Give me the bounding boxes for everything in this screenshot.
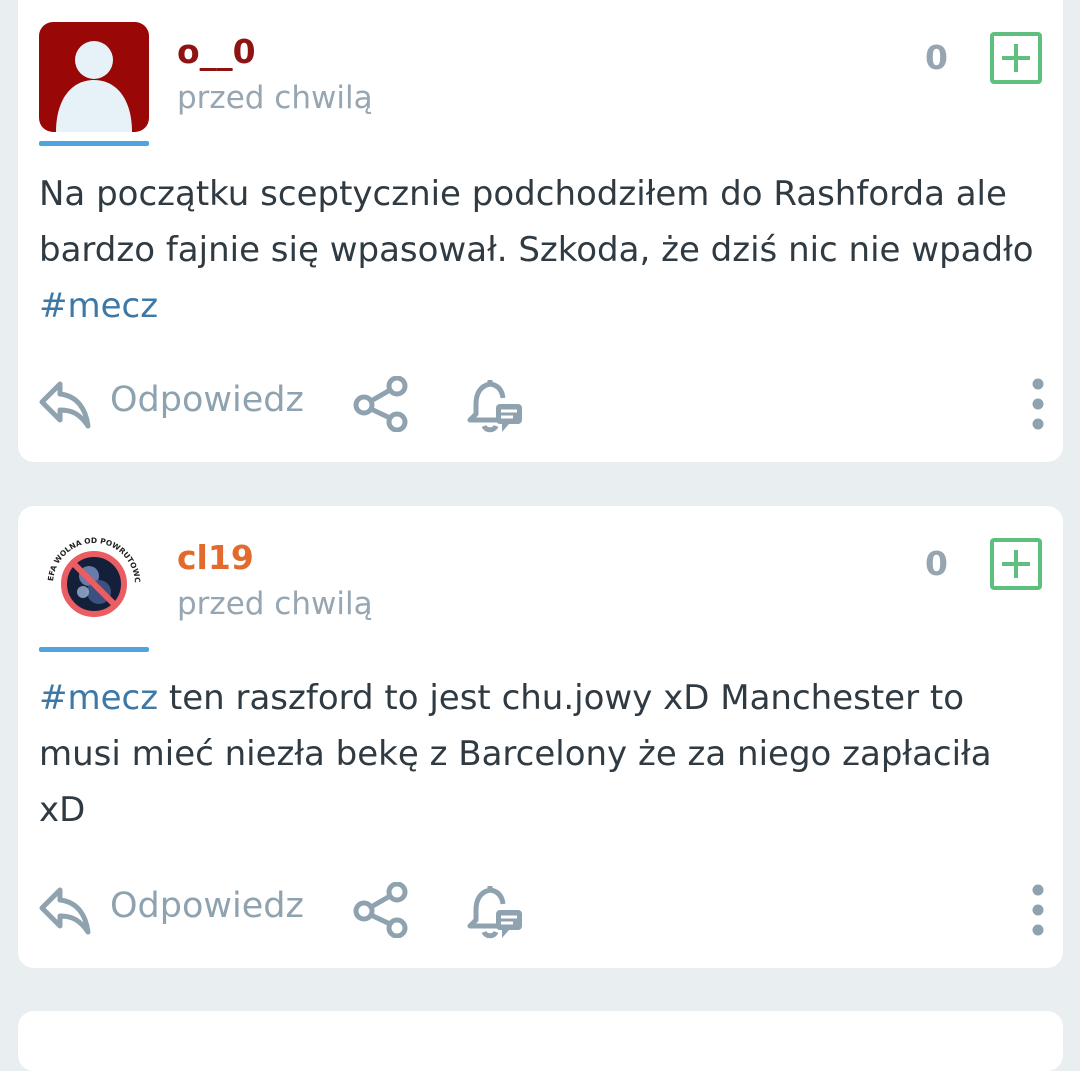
vote-count: 0: [925, 544, 948, 583]
post-card: o__0 przed chwilą 0 Na początku sceptycz…: [18, 0, 1063, 462]
avatar-container[interactable]: STREFA WOLNA OD POWRUTOWCÓW: [39, 528, 149, 652]
post-card: STREFA WOLNA OD POWRUTOWCÓW cl19 przed c…: [18, 506, 1063, 968]
post-content: #mecz ten raszford to jest chu.jowy xD M…: [39, 670, 1039, 838]
plus-vote-button[interactable]: [990, 538, 1042, 590]
share-icon[interactable]: [351, 882, 411, 938]
hashtag-link[interactable]: #mecz: [39, 678, 158, 718]
avatar[interactable]: STREFA WOLNA OD POWRUTOWCÓW: [39, 528, 149, 638]
username[interactable]: o__0: [177, 32, 256, 71]
more-vertical-icon[interactable]: [1028, 882, 1048, 938]
timestamp[interactable]: przed chwilą: [177, 80, 373, 116]
hashtag-link[interactable]: #mecz: [39, 286, 158, 326]
avatar-underline: [39, 647, 149, 652]
badge-avatar-icon: STREFA WOLNA OD POWRUTOWCÓW: [39, 528, 142, 617]
reply-icon[interactable]: [38, 380, 94, 430]
avatar-container[interactable]: [39, 22, 149, 146]
reply-icon[interactable]: [38, 886, 94, 936]
avatar[interactable]: [39, 22, 149, 132]
plus-vote-button[interactable]: [990, 32, 1042, 84]
post-actions: Odpowiedz: [18, 376, 1063, 436]
plus-icon: [1002, 550, 1030, 578]
vote-count: 0: [925, 38, 948, 77]
username[interactable]: cl19: [177, 538, 254, 577]
default-user-avatar-icon: [56, 41, 132, 132]
timestamp[interactable]: przed chwilą: [177, 586, 373, 622]
post-text: Na początku sceptycznie podchodziłem do …: [39, 174, 1034, 270]
post-content: Na początku sceptycznie podchodziłem do …: [39, 166, 1039, 334]
plus-icon: [1002, 44, 1030, 72]
share-icon[interactable]: [351, 376, 411, 432]
more-vertical-icon[interactable]: [1028, 376, 1048, 432]
bell-comment-icon[interactable]: [464, 882, 526, 942]
post-actions: Odpowiedz: [18, 882, 1063, 942]
post-text-after: ten raszford to jest chu.jowy xD Manches…: [39, 678, 992, 830]
reply-button[interactable]: Odpowiedz: [110, 380, 304, 420]
avatar-underline: [39, 141, 149, 146]
post-card-partial: [18, 1011, 1063, 1071]
reply-button[interactable]: Odpowiedz: [110, 886, 304, 926]
bell-comment-icon[interactable]: [464, 376, 526, 436]
